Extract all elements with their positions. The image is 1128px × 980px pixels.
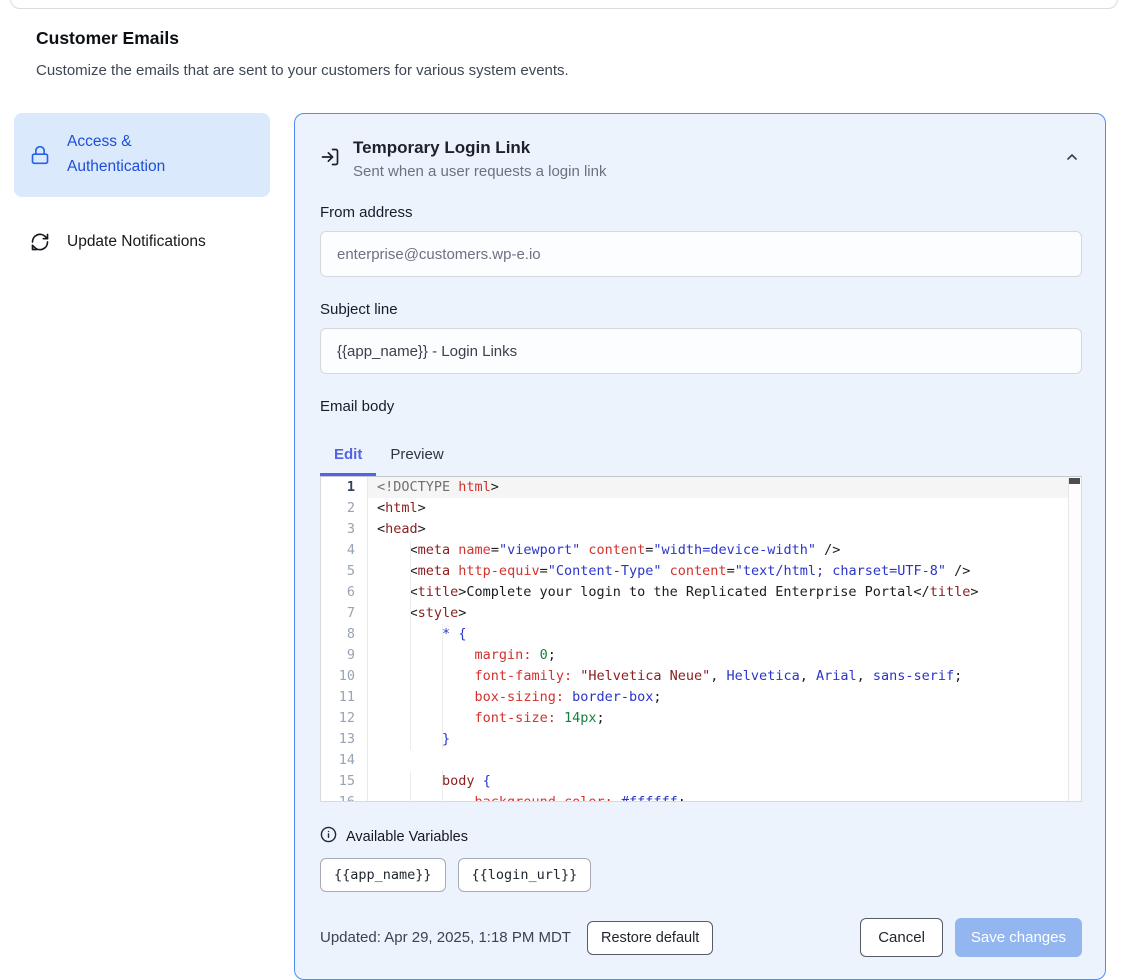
scrollbar-thumb[interactable]	[1069, 478, 1080, 484]
page-title: Customer Emails	[36, 28, 1092, 49]
code-line-content: background-color: #ffffff;	[367, 792, 1081, 802]
info-icon	[320, 826, 337, 847]
line-number: 15	[321, 771, 367, 792]
lock-icon	[30, 145, 50, 165]
subject-line-input[interactable]	[320, 328, 1082, 374]
code-line-content: <!DOCTYPE html>	[367, 477, 1081, 498]
code-line-content	[367, 750, 1081, 771]
sidebar-item-update-notifications[interactable]: Update Notifications	[14, 213, 270, 272]
code-editor[interactable]: 1<!DOCTYPE html>2<html>3<head>4 <meta na…	[320, 476, 1082, 802]
cancel-button[interactable]: Cancel	[860, 918, 943, 957]
sidebar-item-label: Update Notifications	[67, 230, 206, 255]
save-changes-button[interactable]: Save changes	[955, 918, 1082, 957]
line-number: 6	[321, 582, 367, 603]
line-number: 7	[321, 603, 367, 624]
code-line[interactable]: 5 <meta http-equiv="Content-Type" conten…	[321, 561, 1081, 582]
card-header: Temporary Login Link Sent when a user re…	[320, 138, 1082, 180]
sidebar: Access & Authentication Update Notificati…	[14, 113, 270, 271]
code-line-content: * {	[367, 624, 1081, 645]
from-address-input[interactable]	[320, 231, 1082, 277]
editor-scrollbar[interactable]	[1068, 477, 1081, 801]
code-line[interactable]: 11 box-sizing: border-box;	[321, 687, 1081, 708]
line-number: 16	[321, 792, 367, 802]
from-address-label: From address	[320, 204, 1082, 221]
collapse-button[interactable]	[1062, 147, 1082, 170]
code-line[interactable]: 4 <meta name="viewport" content="width=d…	[321, 540, 1081, 561]
code-line-content: box-sizing: border-box;	[367, 687, 1081, 708]
code-line-content: <meta http-equiv="Content-Type" content=…	[367, 561, 1081, 582]
subject-line-label: Subject line	[320, 301, 1082, 318]
card-footer: Updated: Apr 29, 2025, 1:18 PM MDT Resto…	[320, 918, 1082, 957]
line-number: 9	[321, 645, 367, 666]
line-number: 4	[321, 540, 367, 561]
code-line-content: font-family: "Helvetica Neue", Helvetica…	[367, 666, 1081, 687]
code-line[interactable]: 1<!DOCTYPE html>	[321, 477, 1081, 498]
login-icon	[320, 147, 340, 167]
email-settings-card: Temporary Login Link Sent when a user re…	[294, 113, 1106, 980]
line-number: 8	[321, 624, 367, 645]
line-number: 12	[321, 708, 367, 729]
code-line-content: margin: 0;	[367, 645, 1081, 666]
line-number: 1	[321, 477, 367, 498]
code-line-content: <meta name="viewport" content="width=dev…	[367, 540, 1081, 561]
code-line-content: <style>	[367, 603, 1081, 624]
code-line-content: }	[367, 729, 1081, 750]
editor-lines: 1<!DOCTYPE html>2<html>3<head>4 <meta na…	[321, 477, 1081, 802]
code-line[interactable]: 13 }	[321, 729, 1081, 750]
card-title: Temporary Login Link	[353, 138, 606, 158]
tab-edit[interactable]: Edit	[320, 437, 376, 476]
code-line[interactable]: 2<html>	[321, 498, 1081, 519]
email-body-label: Email body	[320, 398, 1082, 415]
sidebar-item-access-authentication[interactable]: Access & Authentication	[14, 113, 270, 197]
page-subtitle: Customize the emails that are sent to yo…	[36, 62, 1092, 79]
tab-preview[interactable]: Preview	[376, 437, 457, 476]
code-line[interactable]: 3<head>	[321, 519, 1081, 540]
code-line-content: <title>Complete your login to the Replic…	[367, 582, 1081, 603]
line-number: 13	[321, 729, 367, 750]
line-number: 3	[321, 519, 367, 540]
code-line[interactable]: 8 * {	[321, 624, 1081, 645]
code-line[interactable]: 16 background-color: #ffffff;	[321, 792, 1081, 802]
code-line[interactable]: 10 font-family: "Helvetica Neue", Helvet…	[321, 666, 1081, 687]
restore-default-button[interactable]: Restore default	[587, 921, 713, 955]
code-line[interactable]: 7 <style>	[321, 603, 1081, 624]
code-line-content: <head>	[367, 519, 1081, 540]
previous-card-bottom-edge	[10, 0, 1118, 9]
variable-chip-login_url[interactable]: {{login_url}}	[458, 858, 592, 892]
updated-timestamp: Updated: Apr 29, 2025, 1:18 PM MDT	[320, 929, 571, 946]
page-header: Customer Emails Customize the emails tha…	[0, 0, 1128, 79]
code-line-content: font-size: 14px;	[367, 708, 1081, 729]
code-line[interactable]: 14	[321, 750, 1081, 771]
code-line[interactable]: 12 font-size: 14px;	[321, 708, 1081, 729]
code-line[interactable]: 15 body {	[321, 771, 1081, 792]
variable-chip-app_name[interactable]: {{app_name}}	[320, 858, 446, 892]
refresh-icon	[30, 232, 50, 252]
code-line-content: body {	[367, 771, 1081, 792]
variable-chips: {{app_name}} {{login_url}}	[320, 858, 1082, 892]
line-number: 14	[321, 750, 367, 771]
code-line[interactable]: 9 margin: 0;	[321, 645, 1081, 666]
chevron-up-icon	[1064, 149, 1080, 168]
line-number: 2	[321, 498, 367, 519]
code-line[interactable]: 6 <title>Complete your login to the Repl…	[321, 582, 1081, 603]
card-subtitle: Sent when a user requests a login link	[353, 163, 606, 180]
code-line-content: <html>	[367, 498, 1081, 519]
sidebar-item-label: Access & Authentication	[67, 130, 207, 180]
line-number: 10	[321, 666, 367, 687]
editor-tabs: EditPreview	[320, 437, 1082, 476]
line-number: 11	[321, 687, 367, 708]
line-number: 5	[321, 561, 367, 582]
available-variables-label: Available Variables	[346, 829, 468, 845]
